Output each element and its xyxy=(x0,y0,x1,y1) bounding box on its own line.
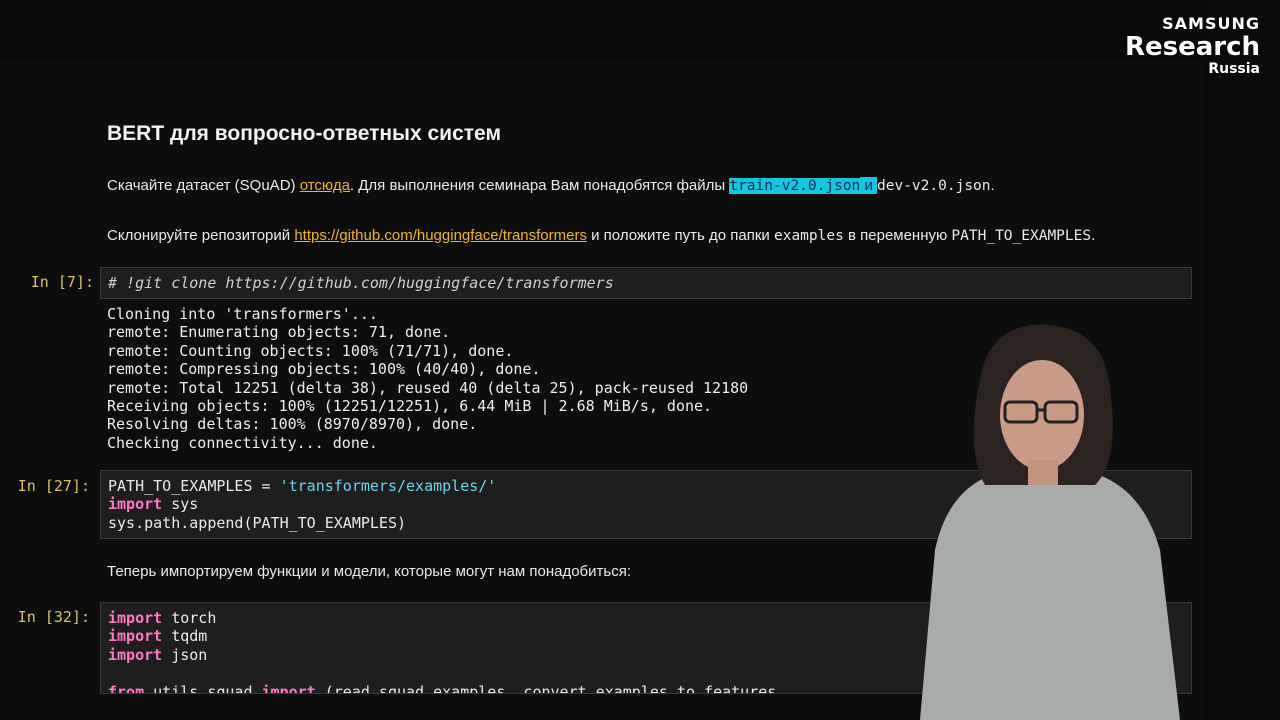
markdown-download-instructions: Скачайте датасет (SQuAD) отсюда. Для вып… xyxy=(107,177,995,194)
samsung-research-logo: SAMSUNG Research Russia xyxy=(1124,14,1260,77)
presenter-video-overlay xyxy=(920,324,1180,720)
dataset-link[interactable]: отсюда xyxy=(300,177,350,194)
code-cell[interactable]: # !git clone https://github.com/huggingf… xyxy=(100,267,1192,299)
selected-filename: train-v2.0.json xyxy=(729,178,861,194)
notebook-title: BERT для вопросно-ответных систем xyxy=(107,122,501,145)
cell-prompt: In [27]: xyxy=(17,477,90,495)
markdown-clone-instructions: Склонируйте репозиторий https://github.c… xyxy=(107,227,1096,244)
cell-output: Cloning into 'transformers'... remote: E… xyxy=(107,305,749,452)
cell-prompt: In [32]: xyxy=(17,608,90,626)
markdown-import-note: Теперь импортируем функции и модели, кот… xyxy=(107,563,631,580)
cell-prompt: In [7]: xyxy=(30,273,94,291)
github-link[interactable]: https://github.com/huggingface/transform… xyxy=(294,227,587,244)
code-comment: # !git clone https://github.com/huggingf… xyxy=(108,274,614,292)
toolbar-area xyxy=(0,0,1204,60)
